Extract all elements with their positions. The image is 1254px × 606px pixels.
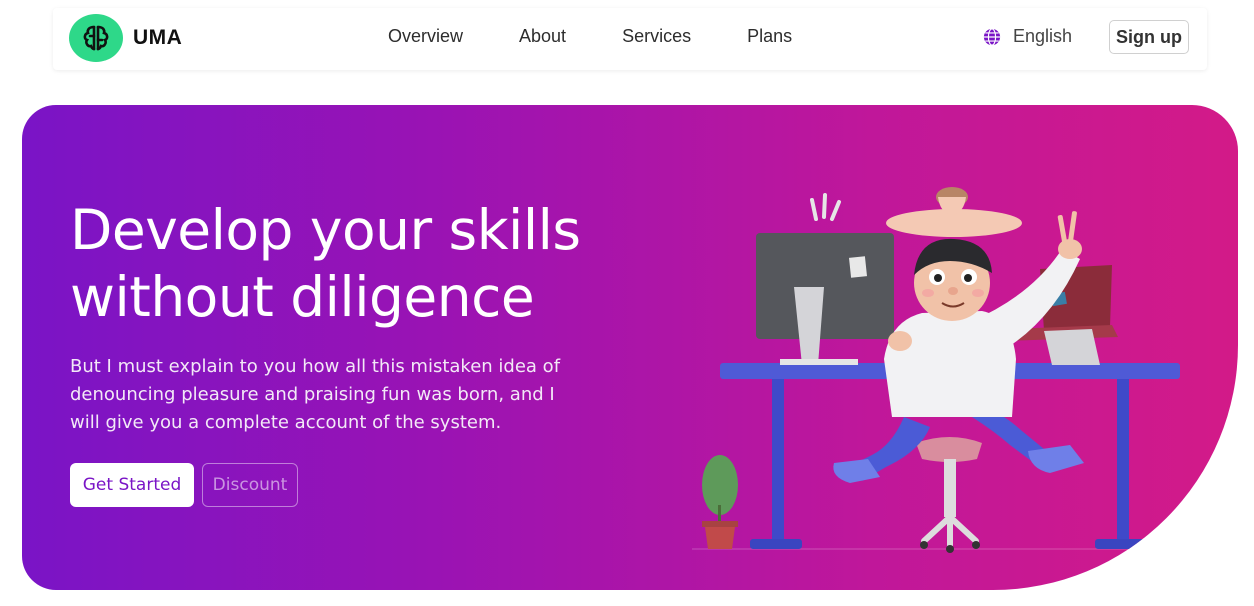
globe-icon [983,27,1001,46]
hero-banner: Develop your skills without diligence Bu… [22,105,1238,590]
hero-description: But I must explain to you how all this m… [70,356,561,433]
language-selector[interactable]: English [983,26,1072,47]
brain-icon [69,14,123,62]
signup-button[interactable]: Sign up [1109,20,1189,54]
language-label: English [1013,26,1073,46]
top-navbar: UMA Overview About Services Plans Englis… [53,8,1207,70]
discount-button[interactable]: Discount [202,463,298,507]
brand-name: UMA [133,26,183,49]
nav-link-overview[interactable]: Overview [388,26,463,47]
nav-link-about[interactable]: About [519,26,566,47]
brand-logo[interactable]: UMA [69,14,182,62]
nav-link-services[interactable]: Services [622,26,691,47]
hero-title: Develop your skills without diligence [70,198,581,329]
nav-link-plans[interactable]: Plans [747,26,792,47]
person-at-desk-illustration [692,187,1180,553]
get-started-button[interactable]: Get Started [70,463,194,507]
main-nav: Overview About Services Plans [388,26,792,47]
